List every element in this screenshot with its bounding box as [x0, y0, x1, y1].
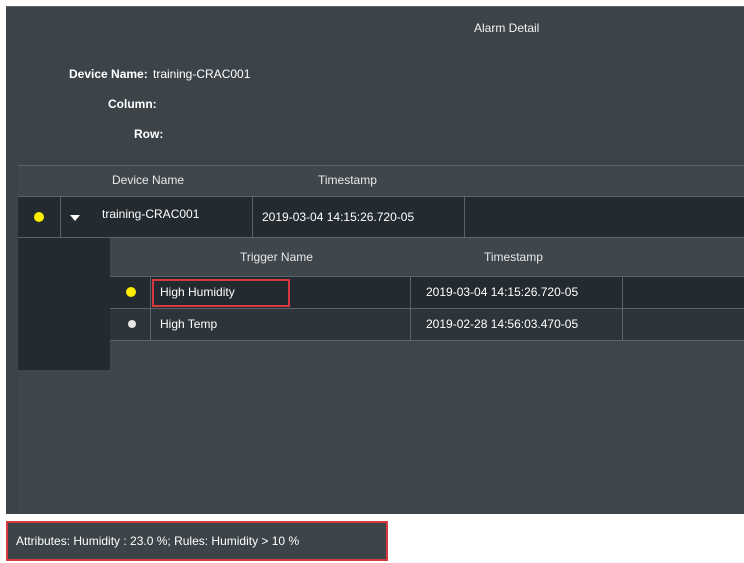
trigger-table-header: Trigger Name Timestamp: [110, 238, 744, 276]
alarm-status-indicator: [34, 212, 44, 222]
column-divider: [410, 277, 411, 308]
window-title: Alarm Detail: [474, 21, 540, 35]
trigger-status-indicator: [128, 320, 136, 328]
table-row[interactable]: training-CRAC001 2019-03-04 14:15:26.720…: [18, 196, 744, 238]
trigger-timestamp-cell: 2019-03-04 14:15:26.720-05: [426, 285, 579, 299]
column-header-trigger-name[interactable]: Trigger Name: [240, 243, 313, 271]
column-header-device-name[interactable]: Device Name: [112, 166, 184, 194]
column-divider: [410, 309, 411, 340]
column-divider: [60, 197, 61, 237]
device-name-label: Device Name:: [69, 67, 148, 81]
alarm-table: Device Name Timestamp training-CRAC001 2…: [18, 165, 744, 516]
trigger-timestamp-cell: 2019-02-28 14:56:03.470-05: [426, 317, 579, 331]
trigger-name-cell: High Temp: [160, 317, 218, 331]
trigger-status-indicator: [126, 287, 136, 297]
selection-highlight: [152, 279, 290, 307]
device-name-cell: training-CRAC001: [102, 207, 200, 221]
column-divider: [464, 197, 465, 237]
timestamp-cell: 2019-03-04 14:15:26.720-05: [262, 210, 415, 224]
column-divider: [150, 277, 151, 308]
row-label: Row:: [134, 127, 164, 141]
alarm-detail-window: Alarm Detail Device Name: training-CRAC0…: [6, 6, 744, 516]
column-label: Column:: [108, 97, 157, 111]
table-row[interactable]: High Temp 2019-02-28 14:56:03.470-05: [110, 309, 744, 341]
column-divider: [252, 197, 253, 237]
column-divider: [622, 309, 623, 340]
separator: [6, 514, 744, 521]
device-name-value: training-CRAC001: [153, 67, 251, 81]
column-divider: [622, 277, 623, 308]
column-divider: [150, 309, 151, 340]
expand-caret-icon[interactable]: [70, 215, 80, 221]
table-row[interactable]: High Humidity 2019-03-04 14:15:26.720-05: [110, 276, 744, 309]
status-bar: Attributes: Humidity : 23.0 %; Rules: Hu…: [6, 521, 388, 561]
column-header-trigger-timestamp[interactable]: Timestamp: [484, 243, 543, 271]
detail-indent: [18, 238, 110, 370]
column-header-timestamp[interactable]: Timestamp: [318, 166, 377, 194]
